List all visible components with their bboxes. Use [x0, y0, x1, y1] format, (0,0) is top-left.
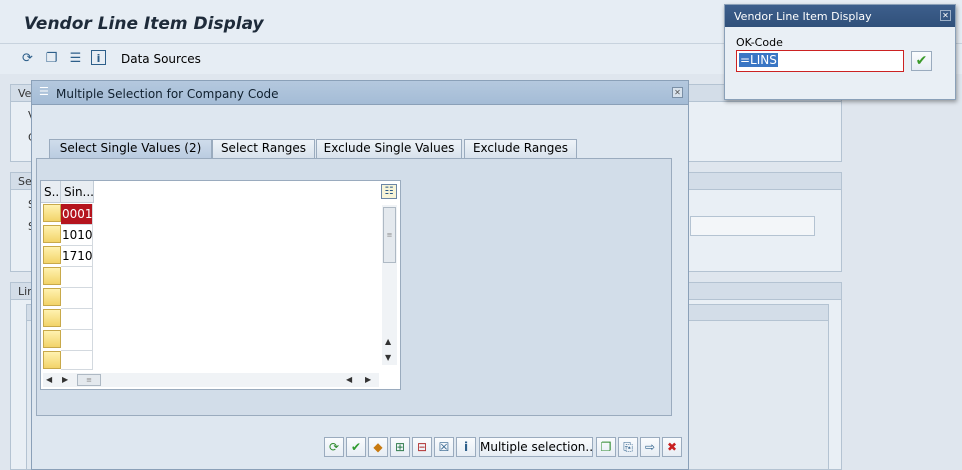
scroll-right-icon[interactable]: ▶ [365, 375, 371, 384]
close-icon[interactable]: ✕ [940, 10, 951, 21]
ok-icon[interactable]: ◆ [368, 437, 388, 457]
delete-row-icon[interactable]: ⊟ [412, 437, 432, 457]
row-select-button[interactable] [43, 288, 61, 306]
okcode-popup: Vendor Line Item Display ✕ OK-Code =LINS… [724, 4, 956, 100]
column-header-single-value[interactable]: Sin... [61, 181, 94, 203]
popup-header: Vendor Line Item Display ✕ [725, 5, 955, 27]
row-select-button[interactable] [43, 309, 61, 327]
background-input [690, 216, 815, 236]
enter-check-icon[interactable]: ✔ [911, 51, 932, 71]
scroll-thumb[interactable]: ≡ [383, 207, 396, 263]
scroll-up-icon[interactable]: ▲ [385, 337, 391, 346]
copy-icon[interactable]: ❐ [596, 437, 616, 457]
okcode-input[interactable]: =LINS [736, 50, 904, 72]
info-icon[interactable]: i [91, 50, 106, 65]
dialog-button-bar: ⟳ ✔ ◆ ⊞ ⊟ ☒ i Multiple selection.. ❐ ⎘ ⇨… [32, 431, 688, 469]
dynamic-selection-icon[interactable]: ☰ [67, 50, 84, 67]
info-icon[interactable]: i [456, 437, 476, 457]
upload-icon[interactable]: ⎘ [618, 437, 638, 457]
column-header-select[interactable]: S.. [41, 181, 61, 203]
dialog-title: Multiple Selection for Company Code [56, 87, 279, 101]
tab-select-single-values[interactable]: Select Single Values (2) [49, 139, 212, 159]
scroll-thumb[interactable]: ≡ [77, 374, 101, 386]
row-select-button[interactable] [43, 351, 61, 369]
data-sources-button[interactable]: Data Sources [121, 52, 201, 66]
import-icon[interactable]: ⇨ [640, 437, 660, 457]
horizontal-scrollbar[interactable]: ◀ ▶ ≡ ◀ ▶ [43, 373, 379, 387]
execute-icon[interactable]: ⟳ [19, 50, 36, 67]
table-cell[interactable] [61, 309, 93, 330]
tab-exclude-ranges[interactable]: Exclude Ranges [464, 139, 577, 158]
panel-title-fragment: Ve [18, 87, 32, 100]
row-select-button[interactable] [43, 204, 61, 222]
okcode-label: OK-Code [736, 36, 783, 49]
scroll-left-icon[interactable]: ◀ [46, 375, 52, 384]
scroll-right-icon[interactable]: ▶ [62, 375, 68, 384]
single-values-table: S.. Sin... ☷ 0001 1010 1710 ≡ ▲ ▼ ◀ ▶ ≡ … [40, 180, 401, 390]
table-cell[interactable]: 1710 [61, 246, 93, 267]
check-icon[interactable]: ⟳ [324, 437, 344, 457]
row-select-button[interactable] [43, 225, 61, 243]
table-cell[interactable] [61, 330, 93, 351]
dialog-header: ☰ Multiple Selection for Company Code ✕ [32, 81, 688, 105]
panel-title-fragment: Se [18, 175, 32, 188]
row-select-button[interactable] [43, 246, 61, 264]
vertical-scrollbar[interactable]: ≡ ▲ ▼ [382, 205, 397, 365]
tab-exclude-single-values[interactable]: Exclude Single Values [316, 139, 462, 158]
multiple-selection-dialog: ☰ Multiple Selection for Company Code ✕ … [31, 80, 689, 470]
okcode-value: =LINS [739, 53, 778, 67]
get-variant-icon[interactable]: ❐ [43, 50, 60, 67]
execute-icon[interactable]: ✔ [346, 437, 366, 457]
delete-all-icon[interactable]: ☒ [434, 437, 454, 457]
table-settings-icon[interactable]: ☷ [381, 184, 397, 199]
insert-row-icon[interactable]: ⊞ [390, 437, 410, 457]
scroll-left-icon[interactable]: ◀ [346, 375, 352, 384]
table-cell[interactable]: 1010 [61, 225, 93, 246]
table-cell[interactable]: 0001 [61, 204, 93, 225]
popup-title: Vendor Line Item Display [734, 10, 872, 23]
page-title: Vendor Line Item Display [24, 14, 264, 34]
table-cell[interactable] [61, 288, 93, 309]
tab-select-ranges[interactable]: Select Ranges [212, 139, 315, 158]
multiple-selection-button[interactable]: Multiple selection.. [479, 437, 593, 457]
row-select-button[interactable] [43, 267, 61, 285]
table-cell[interactable] [61, 351, 93, 370]
cancel-icon[interactable]: ✖ [662, 437, 682, 457]
table-cell[interactable] [61, 267, 93, 288]
row-select-button[interactable] [43, 330, 61, 348]
close-icon[interactable]: ✕ [672, 87, 683, 98]
scroll-down-icon[interactable]: ▼ [385, 353, 391, 362]
dialog-icon: ☰ [39, 85, 49, 98]
